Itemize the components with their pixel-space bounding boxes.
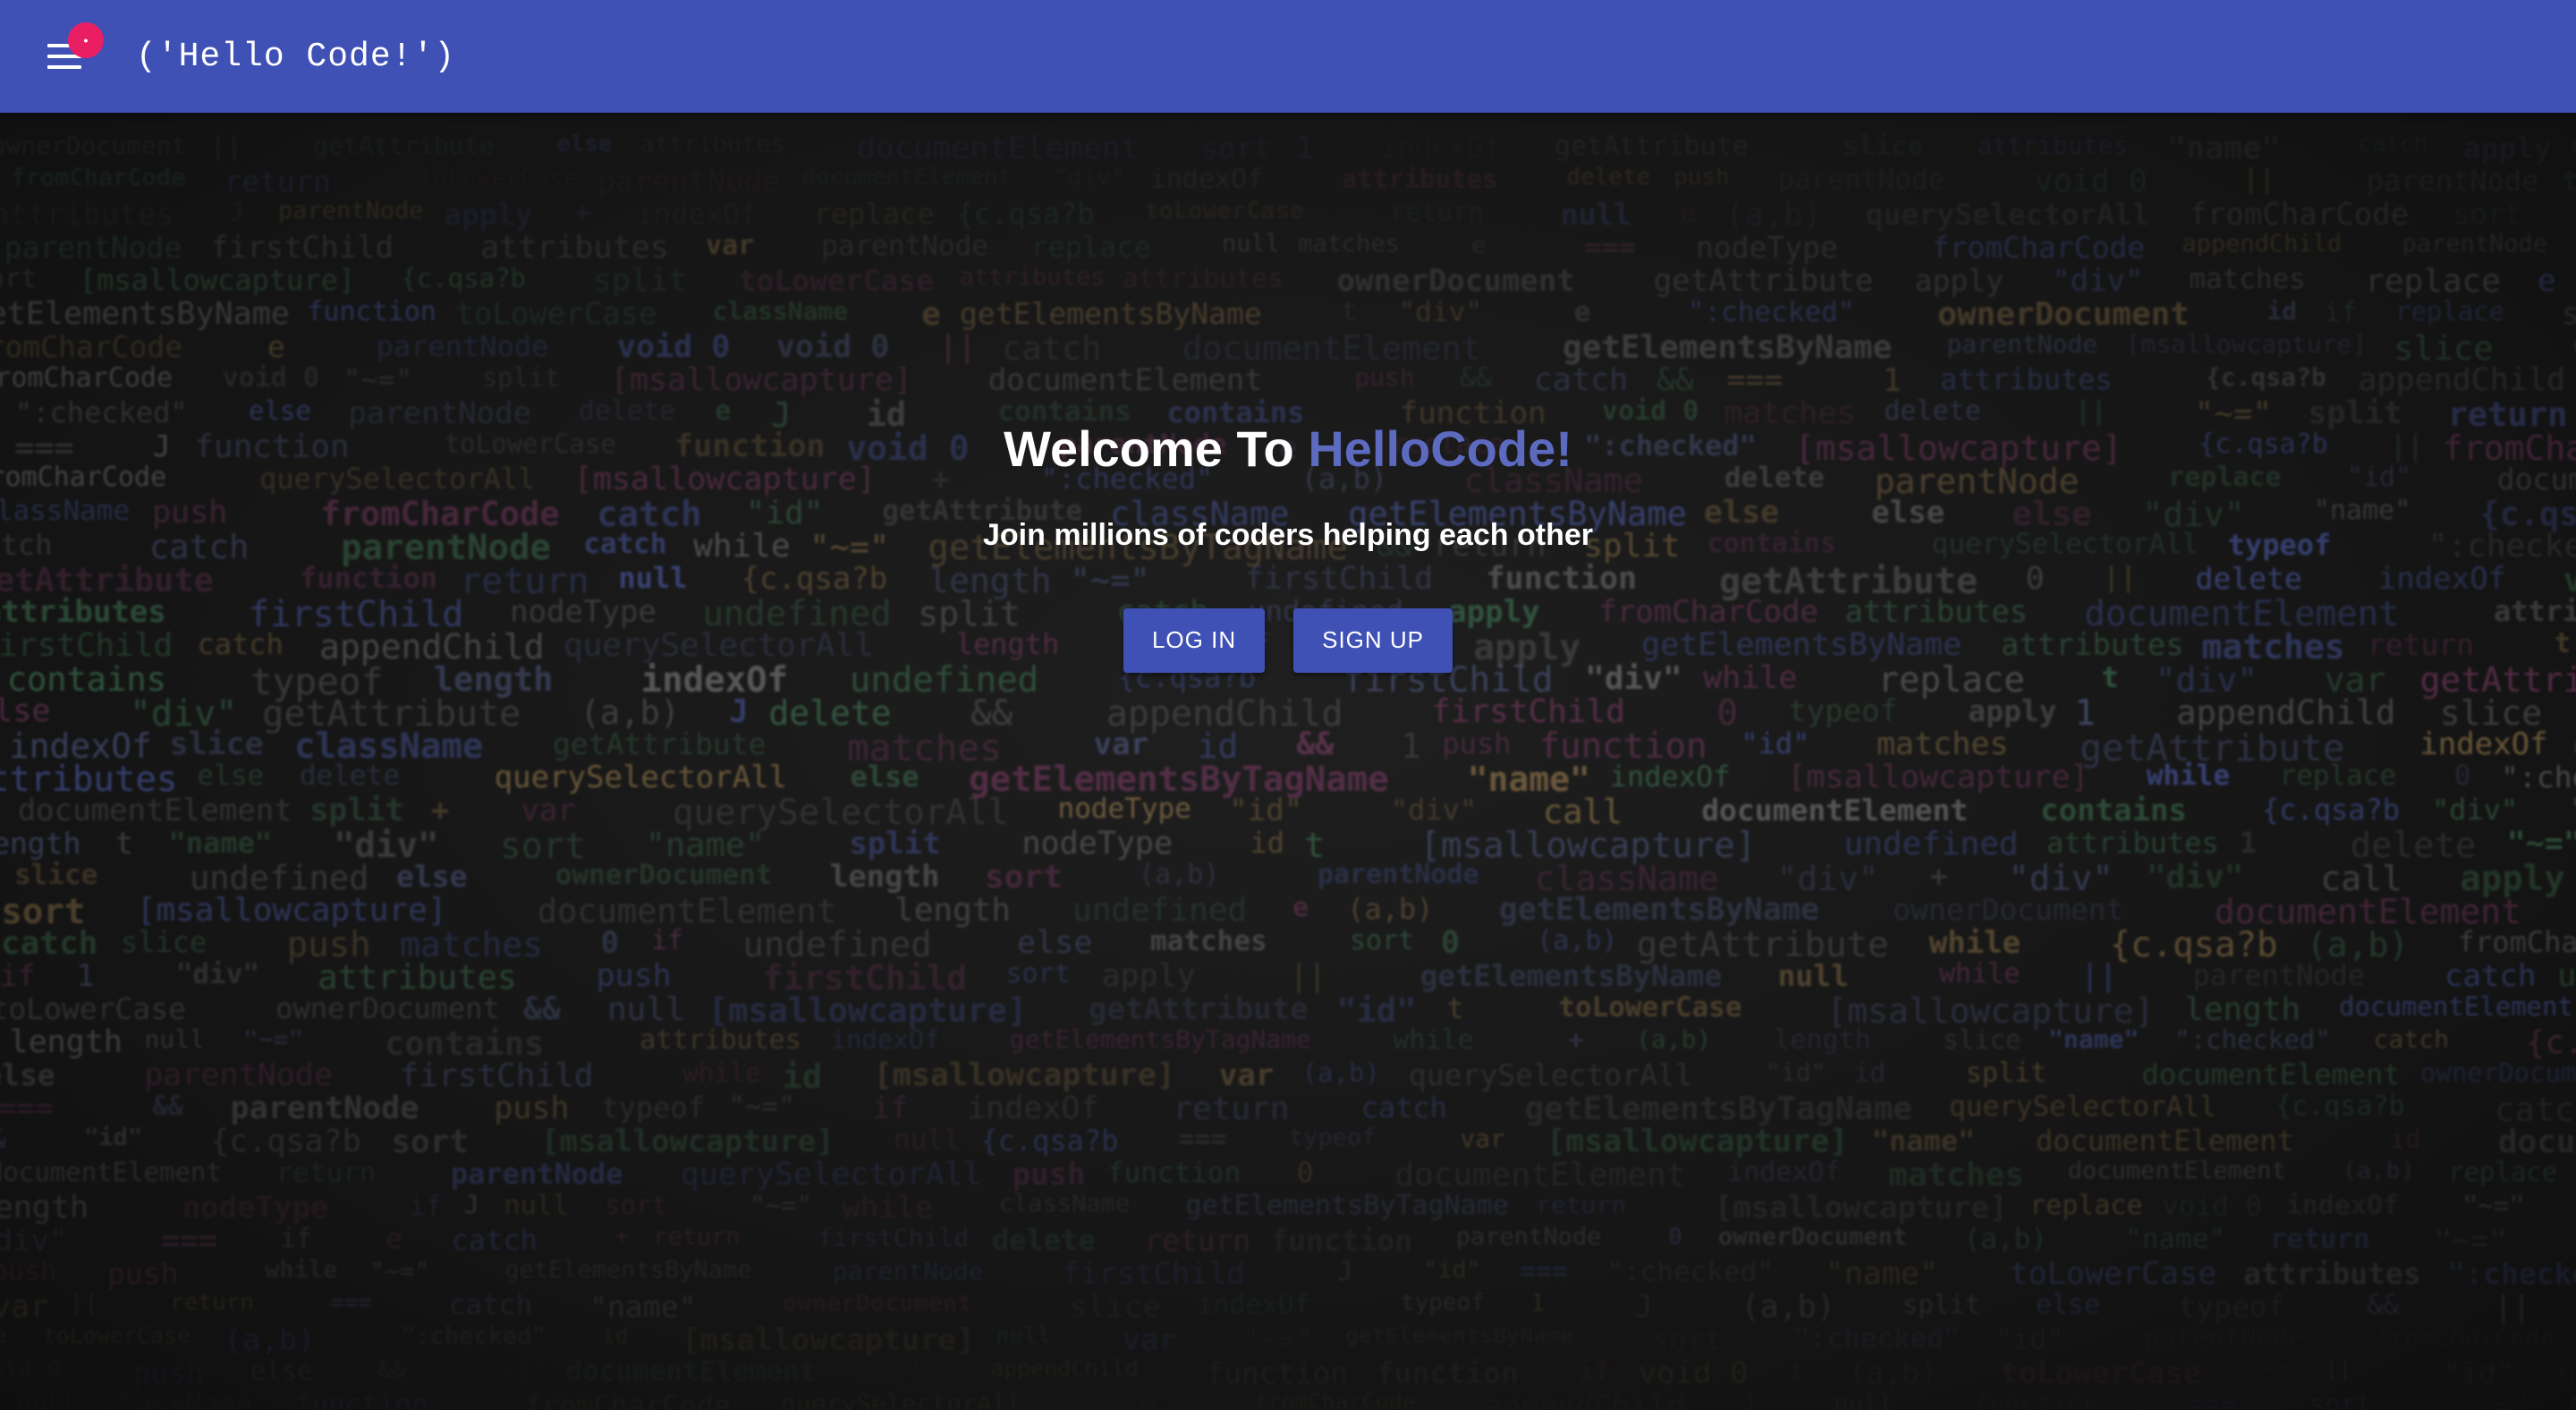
hero-section: ownerDocument || getAttribute else attribute… xyxy=(0,113,2576,1410)
auth-actions: LOG IN SIGN UP xyxy=(0,607,2576,673)
hero-content: Welcome To HelloCode! Join millions of c… xyxy=(0,417,2576,673)
login-button[interactable]: LOG IN xyxy=(1123,607,1266,673)
menu-button[interactable]: • xyxy=(38,22,104,83)
tagline: Join millions of coders helping each oth… xyxy=(983,517,1593,552)
notification-badge: • xyxy=(68,22,104,58)
brand-name: HelloCode! xyxy=(1308,420,1572,477)
app-bar: • ('Hello Code!') xyxy=(0,0,2576,113)
app-title: ('Hello Code!') xyxy=(136,37,456,76)
welcome-prefix: Welcome To xyxy=(1004,420,1309,477)
signup-button[interactable]: SIGN UP xyxy=(1293,607,1453,673)
code-background-image: ownerDocument || getAttribute else attribute… xyxy=(0,131,2576,1410)
welcome-heading: Welcome To HelloCode! xyxy=(0,417,2576,482)
